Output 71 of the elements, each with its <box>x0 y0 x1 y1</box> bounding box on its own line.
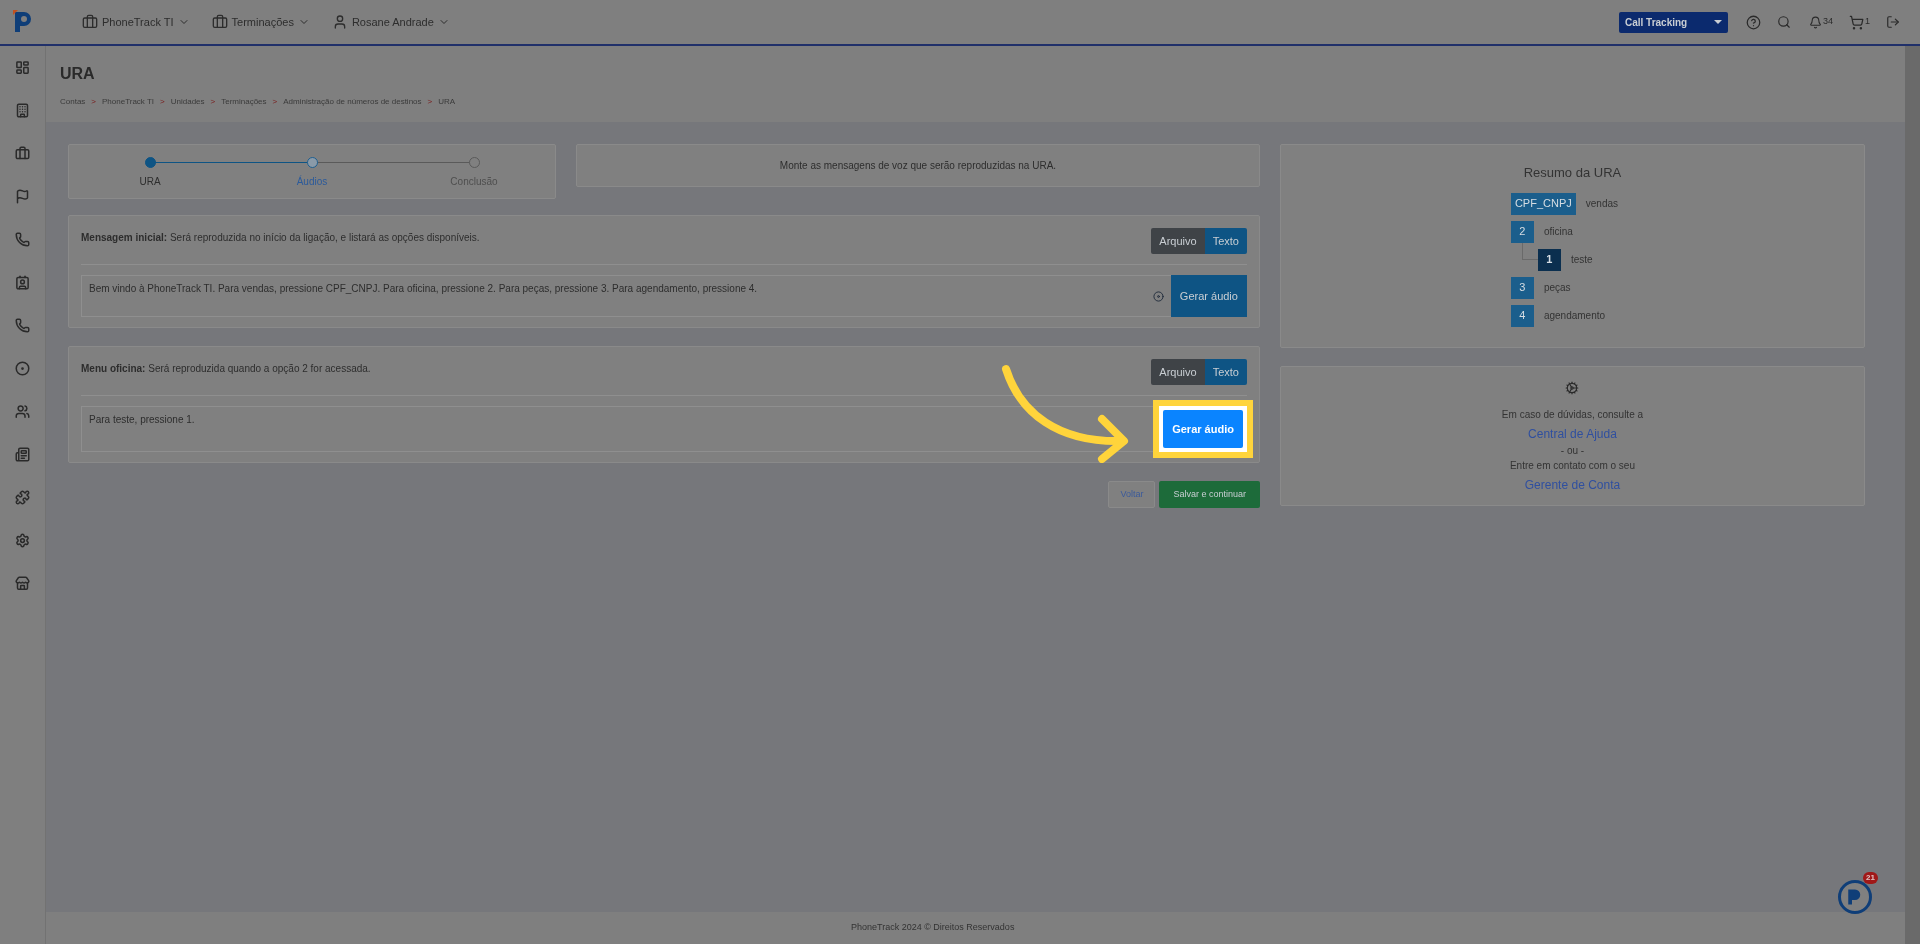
phone-icon[interactable] <box>15 232 30 247</box>
breadcrumb-link[interactable]: Terminações <box>221 96 267 108</box>
option-label: agendamento <box>1543 309 1606 323</box>
option-key: CPF_CNPJ <box>1510 192 1576 215</box>
cart-button[interactable]: 1 <box>1849 14 1870 30</box>
breadcrumb-separator: > <box>160 96 165 108</box>
briefcase-icon <box>211 14 228 30</box>
message-field[interactable]: Para teste, pressione 1. <box>81 406 1154 452</box>
mode-tab[interactable]: Texto <box>1204 359 1247 385</box>
info-text: Monte as mensagens de voz que serão reproduzidas na URA. <box>779 159 1057 173</box>
option-key: 1 <box>1537 248 1561 271</box>
account-manager-link[interactable]: Gerente de Conta <box>1524 476 1621 494</box>
logout-icon[interactable] <box>1886 15 1900 29</box>
option-label: vendas <box>1585 197 1618 211</box>
step-label: Áudios <box>296 174 328 189</box>
help-text: Entre em contato com o seu <box>1509 459 1635 473</box>
mode-tab[interactable]: Arquivo <box>1151 359 1205 385</box>
help-center-link[interactable]: Central de Ajuda <box>1528 425 1617 443</box>
option-label: peças <box>1543 281 1571 295</box>
summary-title: Resumo da URA <box>1523 164 1622 182</box>
help-text: Em caso de dúvidas, consulte a <box>1501 408 1644 422</box>
breadcrumb-link[interactable]: Contas <box>60 96 86 108</box>
generate-audio-button[interactable]: Gerar áudio <box>1170 275 1247 317</box>
settings-icon <box>1565 381 1580 395</box>
option-label: teste <box>1570 253 1593 267</box>
dashboard-icon[interactable] <box>15 60 30 75</box>
notifications-button[interactable]: 34 <box>1808 15 1833 29</box>
store-icon[interactable] <box>15 576 30 591</box>
breadcrumb-separator: > <box>210 96 216 108</box>
building-icon[interactable] <box>15 103 30 118</box>
mode-tab[interactable]: Arquivo <box>1151 228 1205 254</box>
breadcrumb-link[interactable]: Unidades <box>170 96 205 108</box>
nav-menu[interactable]: Rosane Andrade <box>331 13 450 31</box>
search-icon[interactable] <box>1776 15 1791 29</box>
target-icon[interactable] <box>15 361 30 376</box>
settings-icon[interactable] <box>15 533 30 548</box>
phone-icon[interactable] <box>15 318 30 333</box>
message-description: Mensagem inicial: Será reproduzida no início da ligação, e listará as opções disponíveis. <box>81 231 480 245</box>
message-description: Menu oficina: Será reproduzida quando a opção 2 for acessada. <box>81 362 371 376</box>
tree-connector <box>1521 242 1538 260</box>
record-icon[interactable] <box>1152 290 1164 302</box>
option-label: oficina <box>1543 225 1573 239</box>
nav-menu[interactable]: PhoneTrack TI <box>82 13 190 31</box>
chat-widget-icon[interactable] <box>1838 880 1872 914</box>
generate-audio-button[interactable]: Gerar áudio <box>1163 410 1243 448</box>
step-label: URA <box>139 175 161 189</box>
flag-icon[interactable] <box>15 189 30 204</box>
notification-badge: 21 <box>1863 872 1878 884</box>
separator-text: - ou - <box>1560 444 1585 458</box>
news-icon[interactable] <box>15 447 30 462</box>
breadcrumb-separator: > <box>91 96 97 108</box>
option-key: 4 <box>1510 304 1534 327</box>
page-title: URA <box>60 64 96 84</box>
nav-menu[interactable]: Terminações <box>211 13 310 31</box>
option-key: 3 <box>1510 276 1534 299</box>
briefcase-icon <box>82 14 98 30</box>
footer-text: PhoneTrack 2024 © Direitos Reservados <box>851 921 1015 935</box>
users-icon[interactable] <box>15 404 30 419</box>
puzzle-icon[interactable] <box>15 490 30 505</box>
save-continue-button[interactable]: Salvar e continuar <box>1159 481 1260 508</box>
briefcase-icon[interactable] <box>15 146 30 161</box>
help-icon[interactable] <box>1745 14 1761 30</box>
contact-card-icon[interactable] <box>15 275 30 290</box>
message-field[interactable]: Bem vindo à PhoneTrack TI. Para vendas, pressione CPF_CNPJ. Para oficina, pressione 2. Para peças, pressione 3. Para agendamento, pressione 4. <box>81 275 1171 317</box>
breadcrumb-link[interactable]: URA <box>438 96 456 108</box>
breadcrumb-link[interactable]: PhoneTrack TI <box>102 96 155 108</box>
mode-tab[interactable]: Texto <box>1204 228 1247 254</box>
option-key: 2 <box>1510 220 1534 243</box>
breadcrumb-separator: > <box>427 96 433 108</box>
product-select[interactable]: Call Tracking <box>1618 11 1728 33</box>
breadcrumb-separator: > <box>272 96 278 108</box>
